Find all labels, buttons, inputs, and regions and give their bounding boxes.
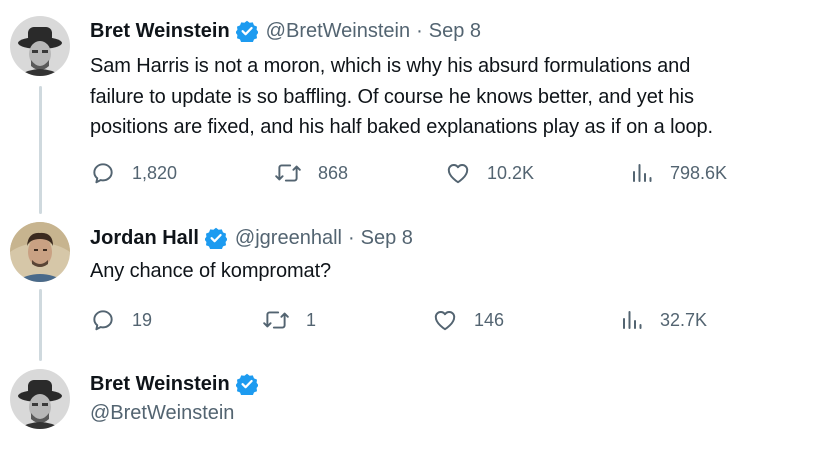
reply-count: 1,820 bbox=[132, 162, 178, 183]
like-count: 146 bbox=[474, 309, 505, 330]
handle[interactable]: @BretWeinstein bbox=[266, 20, 410, 43]
handle[interactable]: @BretWeinstein bbox=[90, 402, 234, 425]
tweet-text: Any chance of kompromat? bbox=[90, 256, 820, 287]
views-icon bbox=[623, 311, 642, 329]
reply-icon bbox=[93, 163, 113, 184]
reply-button[interactable]: 19 bbox=[90, 305, 152, 335]
repost-count: 868 bbox=[318, 162, 349, 183]
thread-connector-line bbox=[39, 86, 42, 214]
handle[interactable]: @jgreenhall bbox=[235, 227, 342, 250]
tweet-text: Sam Harris is not a moron, which is why … bbox=[90, 51, 820, 143]
tweet-header: Jordan Hall @jgreenhall · Sep 8 bbox=[90, 225, 413, 251]
display-name[interactable]: Bret Weinstein bbox=[90, 20, 230, 43]
verified-badge-icon[interactable] bbox=[235, 20, 259, 44]
separator-dot: · bbox=[347, 226, 355, 249]
view-count: 798.6K bbox=[670, 162, 728, 183]
separator-dot: · bbox=[416, 19, 423, 42]
heart-icon bbox=[434, 311, 456, 331]
like-button[interactable]: 10.2K bbox=[445, 158, 534, 188]
like-button[interactable]: 146 bbox=[432, 305, 504, 335]
tweet-text-line: Any chance of kompromat? bbox=[90, 260, 332, 282]
views-button[interactable]: 798.6K bbox=[630, 158, 727, 188]
verified-badge-icon[interactable] bbox=[204, 227, 228, 251]
tweet-text-line: failure to update is so baffling. Of cou… bbox=[90, 85, 694, 108]
avatar-bret-weinstein[interactable] bbox=[10, 16, 70, 76]
reply-icon bbox=[93, 310, 113, 331]
heart-icon bbox=[447, 164, 469, 184]
views-icon bbox=[633, 164, 652, 182]
repost-icon bbox=[263, 311, 289, 329]
repost-button[interactable]: 868 bbox=[274, 158, 348, 188]
display-name[interactable]: Bret Weinstein bbox=[90, 373, 230, 396]
tweet-date[interactable]: Sep 8 bbox=[429, 20, 481, 43]
like-count: 10.2K bbox=[487, 162, 535, 183]
avatar-jordan-hall[interactable] bbox=[10, 222, 70, 282]
tweet-date[interactable]: Sep 8 bbox=[361, 227, 413, 250]
reply-button[interactable]: 1,820 bbox=[90, 158, 177, 188]
thread-connector-line bbox=[39, 289, 42, 361]
repost-button[interactable]: 1 bbox=[262, 305, 316, 335]
view-count: 32.7K bbox=[660, 309, 708, 330]
display-name[interactable]: Jordan Hall bbox=[90, 227, 199, 250]
tweet-text-line: Sam Harris is not a moron, which is why … bbox=[90, 55, 691, 77]
repost-icon bbox=[275, 164, 301, 182]
tweet-header: Bret Weinstein bbox=[90, 371, 266, 397]
reply-count: 19 bbox=[132, 309, 153, 330]
tweet-actions: 1,820 868 10.2K 798.6K bbox=[90, 158, 790, 188]
tweet-actions: 19 1 146 32.7K bbox=[90, 305, 790, 335]
tweet-text-line: positions are fixed, and his half baked … bbox=[90, 116, 714, 138]
verified-badge-icon[interactable] bbox=[235, 373, 259, 397]
repost-count: 1 bbox=[306, 309, 317, 330]
avatar-bret-weinstein[interactable] bbox=[10, 369, 70, 429]
tweet-header: Bret Weinstein @BretWeinstein · Sep 8 bbox=[90, 18, 481, 44]
views-button[interactable]: 32.7K bbox=[620, 305, 707, 335]
